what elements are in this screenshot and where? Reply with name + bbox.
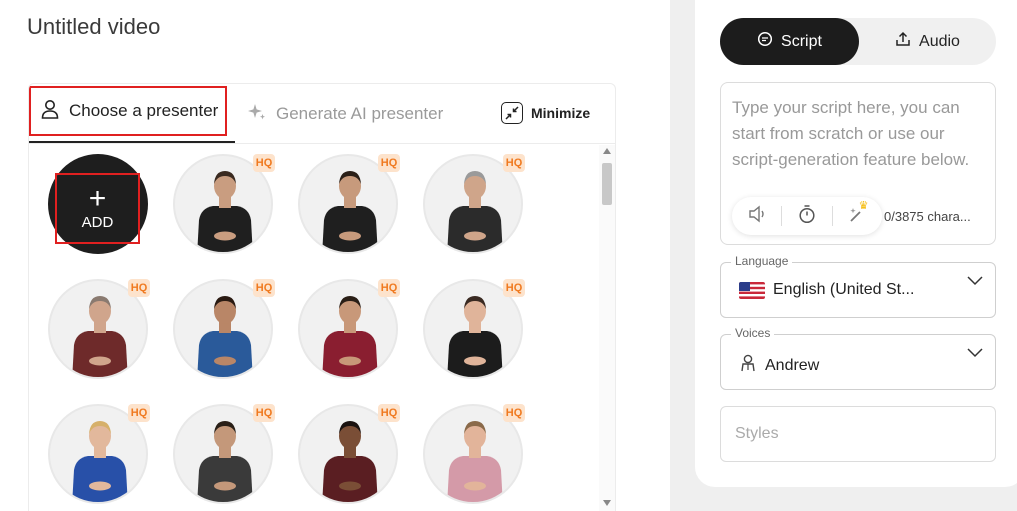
character-count: 0/3875 chara... bbox=[884, 209, 971, 224]
presenter-panel: Choose a presenter Generate AI presenter… bbox=[28, 83, 616, 511]
tab-choose-presenter-label: Choose a presenter bbox=[69, 101, 219, 120]
script-mode-button[interactable]: Script bbox=[720, 18, 859, 65]
styles-placeholder: Styles bbox=[735, 425, 779, 442]
voice-value-text: Andrew bbox=[765, 356, 820, 374]
add-presenter-cell: + ADD bbox=[48, 154, 148, 254]
upload-icon bbox=[895, 31, 911, 52]
hq-badge: HQ bbox=[378, 154, 400, 172]
hq-badge: HQ bbox=[253, 154, 275, 172]
tab-generate-ai-presenter[interactable]: Generate AI presenter bbox=[247, 96, 443, 132]
chevron-down-icon bbox=[967, 273, 983, 291]
script-placeholder: Type your script here, you can start fro… bbox=[732, 98, 970, 169]
minimize-icon bbox=[501, 102, 523, 124]
presenter-card: HQ bbox=[173, 279, 275, 379]
minimize-button[interactable]: Minimize bbox=[501, 100, 590, 126]
presenter-grid: + ADD HQ HQ HQ HQ HQ HQ HQ HQ HQ HQ HQ bbox=[29, 145, 599, 511]
language-legend: Language bbox=[731, 254, 793, 268]
presenter-card: HQ bbox=[423, 404, 525, 504]
script-mode-label: Script bbox=[781, 32, 822, 50]
person-icon bbox=[41, 99, 59, 124]
scroll-thumb[interactable] bbox=[602, 163, 612, 205]
styles-select[interactable]: Styles bbox=[720, 406, 996, 462]
tab-generate-ai-presenter-label: Generate AI presenter bbox=[276, 104, 444, 123]
audio-mode-label: Audio bbox=[919, 32, 960, 50]
video-title[interactable]: Untitled video bbox=[27, 14, 160, 40]
voice-select[interactable]: Voices Andrew bbox=[720, 326, 996, 390]
presenter-card: HQ bbox=[298, 279, 400, 379]
hq-badge: HQ bbox=[503, 404, 525, 422]
grid-scrollbar[interactable] bbox=[599, 145, 615, 511]
hq-badge: HQ bbox=[503, 154, 525, 172]
mode-switch: Script Audio bbox=[720, 18, 996, 65]
language-value-text: English (United St... bbox=[773, 281, 915, 298]
hq-badge: HQ bbox=[128, 404, 150, 422]
presenter-card: HQ bbox=[48, 279, 150, 379]
premium-crown-icon: ♛ bbox=[858, 200, 869, 212]
hq-badge: HQ bbox=[253, 404, 275, 422]
presenter-card: HQ bbox=[298, 404, 400, 504]
scroll-up-arrow-icon[interactable] bbox=[603, 148, 611, 154]
presenter-card: HQ bbox=[48, 404, 150, 504]
scroll-down-arrow-icon[interactable] bbox=[603, 500, 611, 506]
audio-mode-button[interactable]: Audio bbox=[859, 18, 996, 65]
hq-badge: HQ bbox=[378, 404, 400, 422]
voice-value: Andrew bbox=[739, 353, 819, 378]
presenter-card: HQ bbox=[173, 404, 275, 504]
active-tab-indicator bbox=[29, 141, 235, 143]
language-value: English (United St... bbox=[739, 281, 914, 299]
minimize-label: Minimize bbox=[531, 105, 591, 121]
presenter-tabs: Choose a presenter Generate AI presenter… bbox=[29, 84, 615, 144]
voice-preview-button[interactable] bbox=[732, 197, 781, 235]
add-highlight-box: + ADD bbox=[55, 173, 140, 244]
script-tools: ♛ bbox=[732, 197, 882, 235]
chat-bubble-icon bbox=[757, 31, 773, 52]
us-flag-icon bbox=[739, 281, 765, 299]
presenter-card: HQ bbox=[173, 154, 275, 254]
presenter-card: HQ bbox=[423, 279, 525, 379]
hq-badge: HQ bbox=[378, 279, 400, 297]
script-editor[interactable]: Type your script here, you can start fro… bbox=[720, 82, 996, 245]
hq-badge: HQ bbox=[253, 279, 275, 297]
presenter-card: HQ bbox=[298, 154, 400, 254]
language-select[interactable]: Language English (United St... bbox=[720, 254, 996, 318]
sparkle-icon bbox=[247, 102, 267, 127]
tab-choose-presenter[interactable]: Choose a presenter bbox=[29, 86, 227, 136]
add-presenter-button[interactable]: + ADD bbox=[48, 154, 148, 254]
presenter-card: HQ bbox=[423, 154, 525, 254]
speaker-icon bbox=[747, 205, 767, 228]
plus-icon: + bbox=[88, 182, 107, 215]
hq-badge: HQ bbox=[503, 279, 525, 297]
chevron-down-icon bbox=[967, 345, 983, 363]
pause-timer-button[interactable] bbox=[782, 197, 831, 235]
stopwatch-icon bbox=[798, 204, 816, 229]
hq-badge: HQ bbox=[128, 279, 150, 297]
voices-legend: Voices bbox=[731, 326, 775, 340]
voice-avatar-icon bbox=[739, 353, 757, 378]
ai-script-button[interactable]: ♛ bbox=[833, 197, 882, 235]
add-label: ADD bbox=[81, 214, 114, 231]
